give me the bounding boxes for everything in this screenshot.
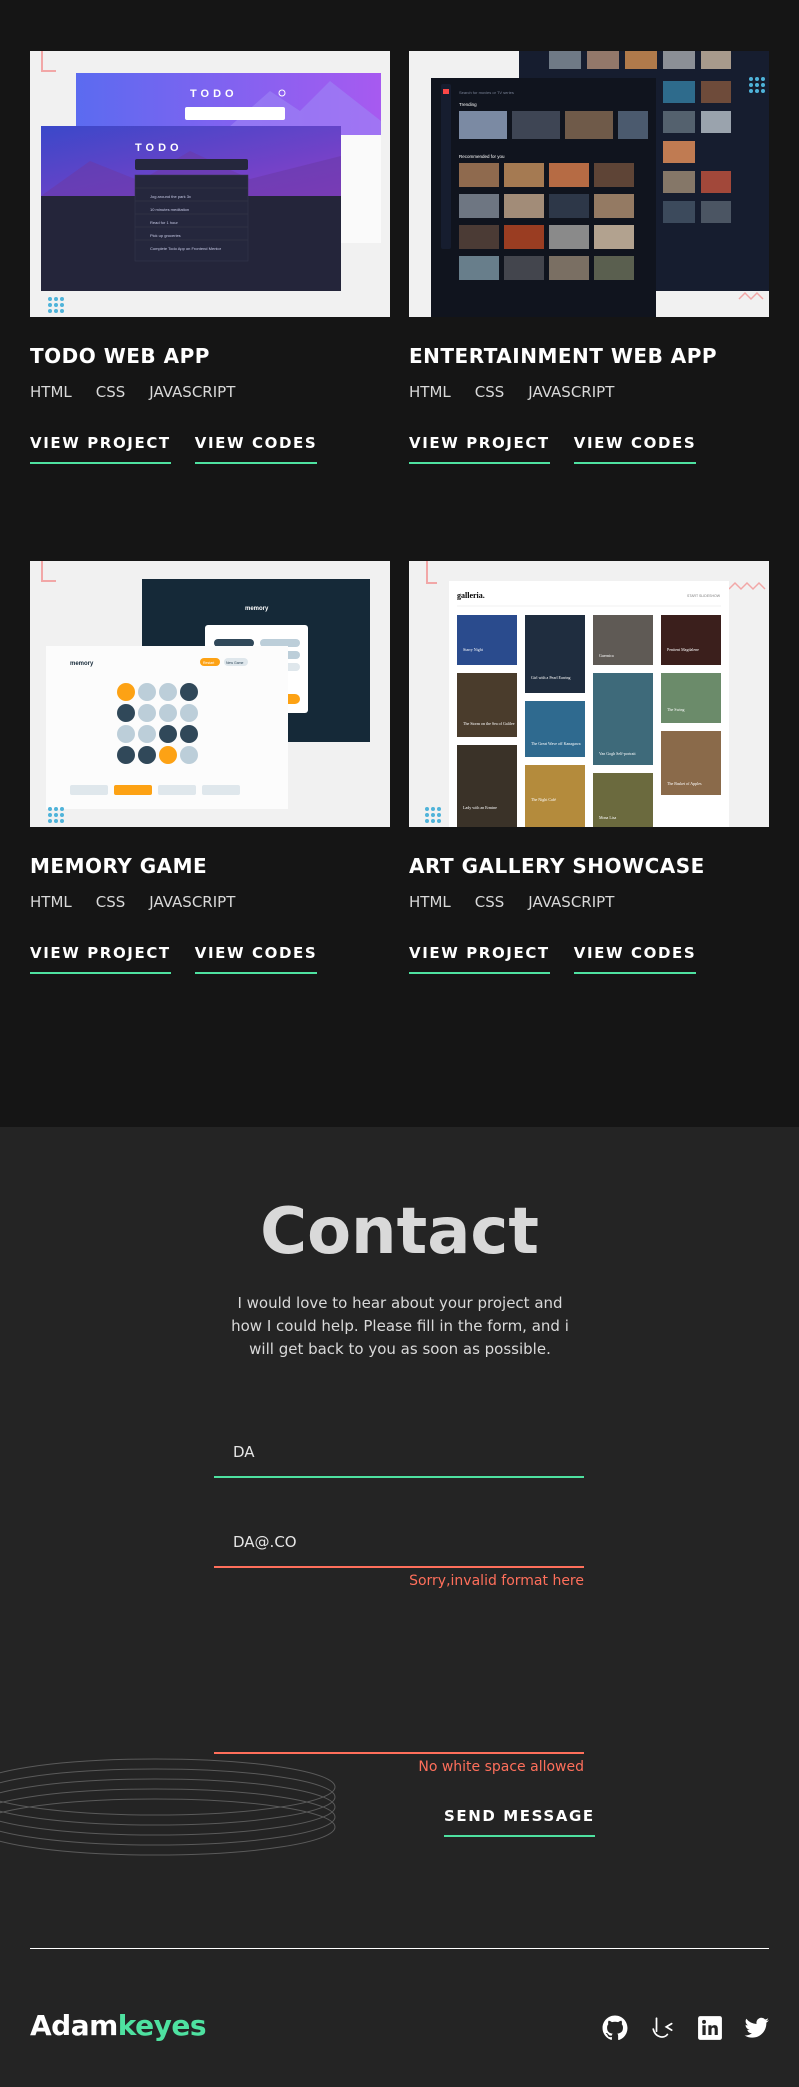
send-message-button[interactable]: SEND MESSAGE — [444, 1807, 595, 1837]
memory-screenshot: memory memory Restart New Game — [41, 561, 370, 823]
view-codes-link[interactable]: VIEW CODES — [573, 434, 697, 464]
project-card-entertainment: Search for movies or TV series Trending … — [409, 51, 769, 464]
svg-text:TODO: TODO — [135, 142, 183, 154]
name-field[interactable]: DA — [214, 1429, 584, 1479]
svg-text:Search for movies or TV series: Search for movies or TV series — [459, 90, 514, 95]
svg-text:memory: memory — [70, 661, 94, 667]
tag-html: HTML — [30, 893, 72, 911]
project-tags: HTML CSS JAVASCRIPT — [30, 893, 235, 911]
svg-text:The Storm on the Sea of Galile: The Storm on the Sea of Galilee — [463, 721, 515, 726]
projects-section: TODO TODO Jog around the park 3x 10 minu… — [0, 0, 799, 1127]
tag-javascript: JAVASCRIPT — [528, 383, 615, 401]
project-thumbnail-entertainment: Search for movies or TV series Trending … — [409, 51, 769, 317]
view-project-link[interactable]: VIEW PROJECT — [409, 944, 550, 974]
svg-text:Mona Lisa: Mona Lisa — [599, 815, 616, 820]
message-field[interactable]: No white space allowed — [214, 1597, 584, 1775]
svg-text:The Swing: The Swing — [667, 707, 684, 712]
message-error-message: No white space allowed — [418, 1759, 584, 1775]
project-title: ENTERTAINMENT WEB APP — [409, 344, 718, 368]
name-field-value[interactable]: DA — [233, 1443, 255, 1461]
svg-text:Trending: Trending — [459, 102, 477, 107]
project-thumbnail-todo: TODO TODO Jog around the park 3x 10 minu… — [30, 51, 390, 317]
contact-section: Contact I would love to hear about your … — [0, 1127, 799, 2087]
frontend-mentor-icon[interactable] — [650, 2015, 676, 2041]
project-tags: HTML CSS JAVASCRIPT — [409, 893, 614, 911]
logo-last-name: keyes — [117, 2009, 207, 2042]
tag-html: HTML — [409, 383, 451, 401]
view-project-link[interactable]: VIEW PROJECT — [30, 944, 171, 974]
svg-text:Girl with a Pearl Earring: Girl with a Pearl Earring — [531, 675, 571, 680]
svg-text:Pick up groceries: Pick up groceries — [150, 233, 181, 238]
svg-text:Complete Todo App on Frontend: Complete Todo App on Frontend Mentor — [150, 246, 222, 251]
view-codes-link[interactable]: VIEW CODES — [573, 944, 697, 974]
project-tags: HTML CSS JAVASCRIPT — [30, 383, 235, 401]
tag-javascript: JAVASCRIPT — [149, 383, 236, 401]
view-project-link[interactable]: VIEW PROJECT — [30, 434, 171, 464]
svg-text:galleria.: galleria. — [457, 591, 485, 600]
svg-text:Starry Night: Starry Night — [463, 647, 484, 652]
trending-posters — [459, 111, 648, 139]
footer-divider — [30, 1948, 769, 1949]
svg-text:The Great Wave off Kanagawa: The Great Wave off Kanagawa — [531, 741, 581, 746]
project-title: TODO WEB APP — [30, 344, 210, 368]
svg-text:Jog around the park 3x: Jog around the park 3x — [150, 194, 191, 199]
project-links: VIEW PROJECT VIEW CODES — [30, 434, 318, 464]
tag-javascript: JAVASCRIPT — [528, 893, 615, 911]
tag-html: HTML — [409, 893, 451, 911]
svg-text:Lady with an Ermine: Lady with an Ermine — [463, 805, 497, 810]
project-card-art-gallery: galleria. START SLIDESHOW Starry Night T… — [409, 561, 769, 974]
view-codes-link[interactable]: VIEW CODES — [194, 944, 318, 974]
email-field-value[interactable]: DA@.CO — [233, 1533, 297, 1551]
linkedin-icon[interactable] — [697, 2015, 723, 2041]
svg-text:START SLIDESHOW: START SLIDESHOW — [687, 594, 721, 598]
message-field-underline — [214, 1752, 584, 1754]
svg-text:The Night Café: The Night Café — [531, 797, 556, 802]
email-field-underline — [214, 1566, 584, 1568]
svg-text:Recommended for you: Recommended for you — [459, 154, 505, 159]
github-icon[interactable] — [602, 2015, 628, 2041]
todo-screenshot: TODO TODO Jog around the park 3x 10 minu… — [41, 51, 381, 313]
svg-text:New Game: New Game — [226, 661, 244, 665]
contact-description: I would love to hear about your project … — [231, 1294, 569, 1358]
project-links: VIEW PROJECT VIEW CODES — [409, 434, 697, 464]
project-card-memory: memory memory Restart New Game MEMORY GA… — [30, 561, 390, 974]
project-card-todo: TODO TODO Jog around the park 3x 10 minu… — [30, 51, 390, 464]
svg-text:10 minutes meditation: 10 minutes meditation — [150, 207, 189, 212]
tag-css: CSS — [474, 893, 505, 911]
project-tags: HTML CSS JAVASCRIPT — [409, 383, 614, 401]
svg-text:Read for 1 hour: Read for 1 hour — [150, 220, 178, 225]
email-error-message: Sorry,invalid format here — [409, 1573, 584, 1589]
view-codes-link[interactable]: VIEW CODES — [194, 434, 318, 464]
svg-text:TODO: TODO — [190, 88, 238, 100]
tag-css: CSS — [95, 893, 126, 911]
project-title: ART GALLERY SHOWCASE — [409, 854, 705, 878]
project-thumbnail-art-gallery: galleria. START SLIDESHOW Starry Night T… — [409, 561, 769, 827]
svg-text:Penitent Magdalene: Penitent Magdalene — [667, 647, 699, 652]
tag-css: CSS — [95, 383, 126, 401]
entertainment-screenshot: Search for movies or TV series Trending … — [431, 51, 769, 317]
footer-logo[interactable]: Adamkeyes — [30, 2009, 207, 2042]
project-links: VIEW PROJECT VIEW CODES — [409, 944, 697, 974]
tag-html: HTML — [30, 383, 72, 401]
tag-javascript: JAVASCRIPT — [149, 893, 236, 911]
project-links: VIEW PROJECT VIEW CODES — [30, 944, 318, 974]
view-project-link[interactable]: VIEW PROJECT — [409, 434, 550, 464]
logo-first-name: Adam — [30, 2009, 118, 2042]
gallery-screenshot: galleria. START SLIDESHOW Starry Night T… — [425, 561, 766, 827]
svg-text:Restart: Restart — [203, 661, 214, 665]
svg-text:The Basket of Apples: The Basket of Apples — [667, 781, 702, 786]
tag-css: CSS — [474, 383, 505, 401]
email-field[interactable]: DA@.CO Sorry,invalid format here — [214, 1519, 584, 1589]
svg-text:Guernica: Guernica — [599, 653, 614, 658]
project-thumbnail-memory: memory memory Restart New Game — [30, 561, 390, 827]
project-title: MEMORY GAME — [30, 854, 208, 878]
name-field-underline — [214, 1476, 584, 1478]
svg-text:Van Gogh Self-portrait: Van Gogh Self-portrait — [599, 751, 637, 756]
svg-text:memory: memory — [245, 606, 269, 612]
contact-title: Contact — [260, 1195, 539, 1269]
twitter-icon[interactable] — [744, 2015, 770, 2041]
